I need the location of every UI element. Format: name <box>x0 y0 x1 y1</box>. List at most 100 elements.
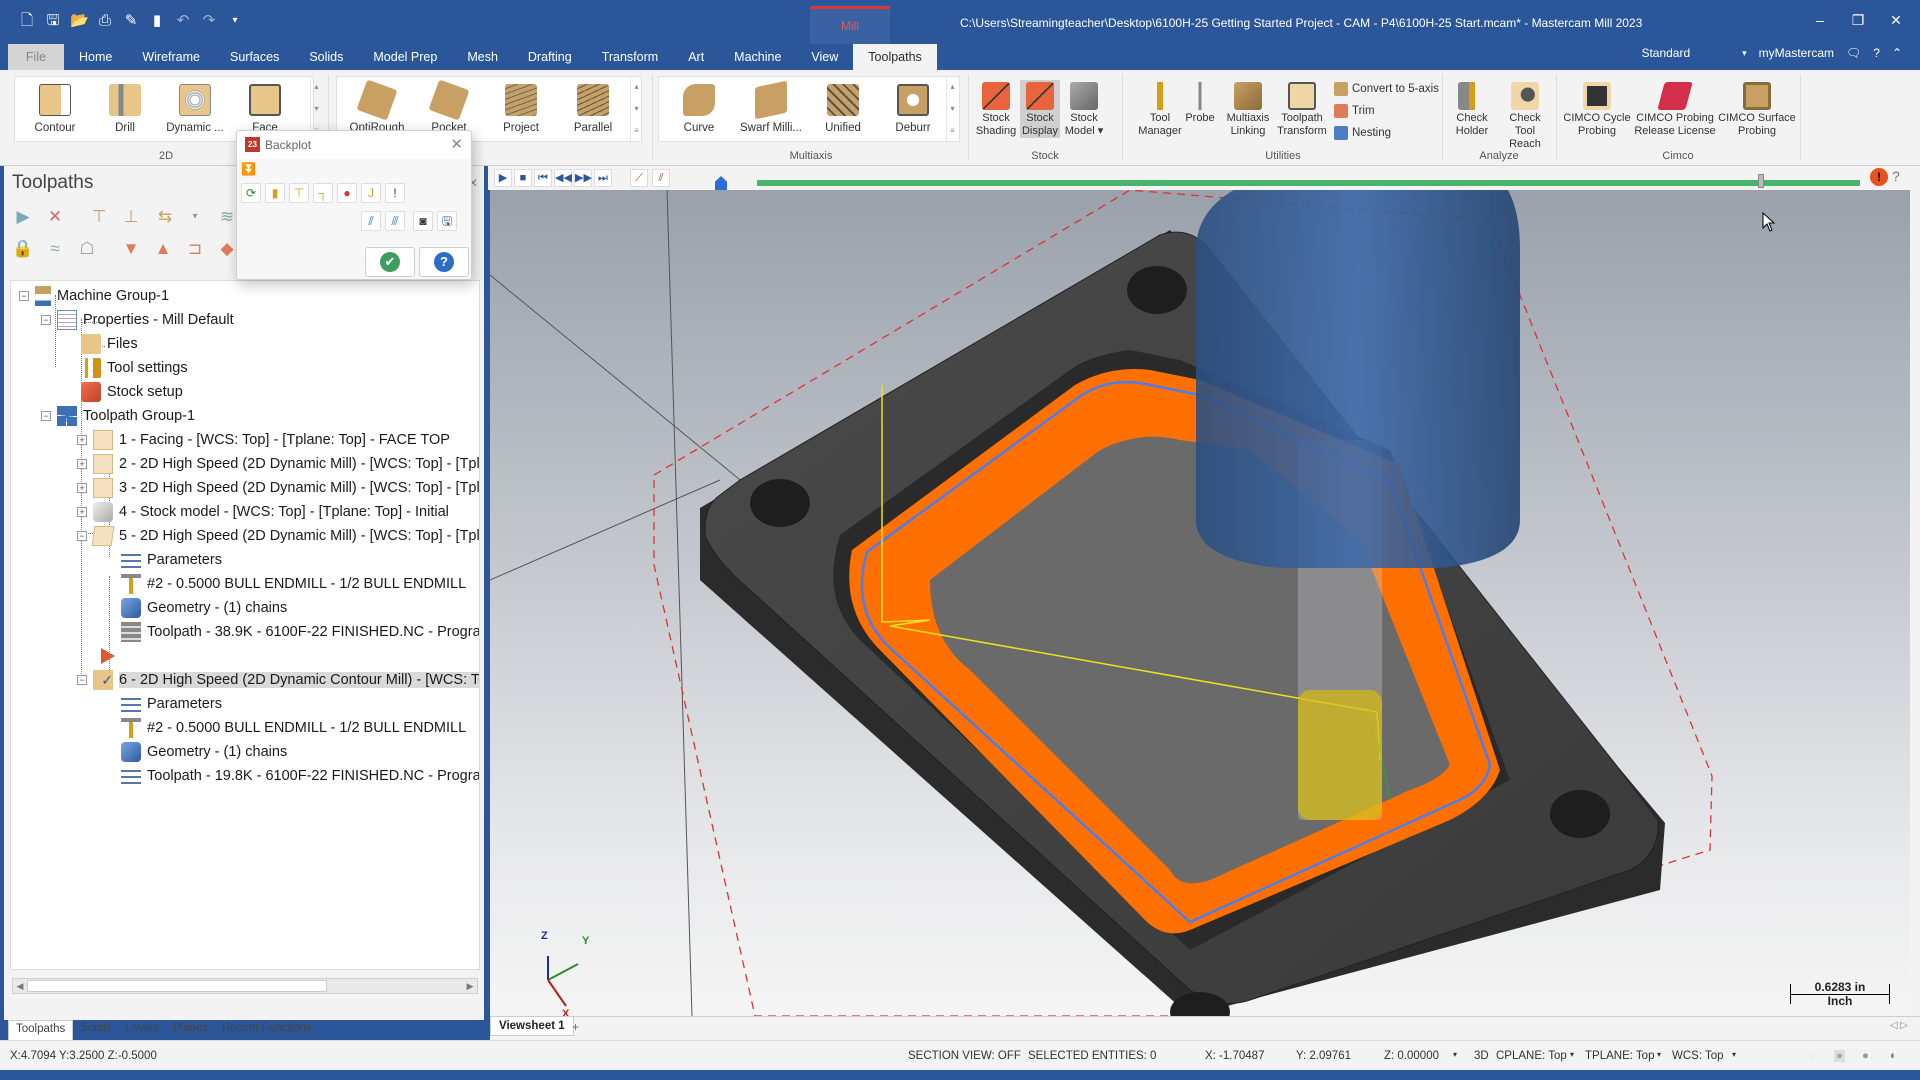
customize-icon[interactable]: ▾ <box>226 12 244 30</box>
tab-drafting[interactable]: Drafting <box>513 44 587 70</box>
shaded-icon[interactable]: ● <box>1834 1050 1845 1062</box>
save-icon[interactable]: 🖫 <box>44 12 62 30</box>
viewsheet-scroll-arrows[interactable]: ◁ ▷ <box>1890 1020 1908 1031</box>
shaded-edges-icon[interactable]: ● <box>1862 1050 1869 1062</box>
tree-node-parameters[interactable]: Parameters <box>121 549 222 571</box>
tool-manager-button[interactable]: Tool Manager <box>1134 80 1186 138</box>
select-all-operations-icon[interactable]: ▶ <box>12 206 34 228</box>
curve-button[interactable]: Curve <box>664 80 734 134</box>
toolpath-transform-button[interactable]: Toolpath Transform <box>1274 80 1330 138</box>
backplot-progress-track[interactable] <box>757 180 1860 186</box>
tree-node-op-4[interactable]: +4 - Stock model - [WCS: Top] - [Tplane:… <box>77 501 449 523</box>
tree-node-op-3[interactable]: +3 - 2D High Speed (2D Dynamic Mill) - [… <box>77 477 479 499</box>
tab-view[interactable]: View <box>796 44 853 70</box>
cimco-cycle-probing-button[interactable]: CIMCO Cycle Probing <box>1562 80 1632 138</box>
x-coordinate[interactable]: X: -1.70487 <box>1205 1050 1264 1062</box>
swarf-button[interactable]: Swarf Milli... <box>736 80 806 134</box>
tplane-dropdown-icon[interactable]: ▾ <box>1657 1050 1661 1059</box>
tplane-selector[interactable]: TPLANE: Top <box>1585 1050 1654 1062</box>
workspace-selector[interactable]: Standard <box>1641 46 1690 60</box>
scroll-to-arrow-icon[interactable]: ◆ <box>216 238 238 260</box>
display-verify-toggle-icon[interactable]: ⟳ <box>241 183 261 203</box>
save-geometry-icon[interactable]: 🖫 <box>437 211 457 231</box>
z-depth[interactable]: Z: 0.00000 <box>1384 1050 1439 1062</box>
collapse-toggle[interactable]: − <box>41 315 51 325</box>
clear-path-icon[interactable]: ⫽ <box>361 211 381 231</box>
feedback-icon[interactable]: 🗨 <box>1846 46 1861 60</box>
cimco-probing-release-button[interactable]: CIMCO Probing Release License <box>1632 80 1718 138</box>
manager-tab-planes[interactable]: Planes <box>166 1020 215 1040</box>
stop-icon[interactable]: ■ <box>514 169 532 187</box>
tree-node-toolpath[interactable]: Toolpath - 19.8K - 6100F-22 FINISHED.NC … <box>121 765 479 787</box>
move-up-icon[interactable]: ▲ <box>152 238 174 260</box>
deburr-button[interactable]: Deburr <box>878 80 948 134</box>
dynamic-button[interactable]: Dynamic ... <box>160 80 230 134</box>
cplane-dropdown-icon[interactable]: ▾ <box>1570 1050 1574 1059</box>
check-holder-button[interactable]: Check Holder <box>1448 80 1496 138</box>
display-endpoints-icon[interactable]: J <box>361 183 381 203</box>
collapse-toggle[interactable]: − <box>19 291 29 301</box>
new-icon[interactable]: 🗋 <box>18 12 36 30</box>
contour-button[interactable]: Contour <box>20 80 90 134</box>
undo-icon[interactable]: ↶ <box>174 12 192 30</box>
backplot-progress-marker[interactable] <box>1757 174 1764 188</box>
shaded-outline-icon[interactable]: ◌ <box>1808 1050 1815 1062</box>
tree-node-properties[interactable]: − Properties - Mill Default <box>41 309 234 331</box>
toggle-display-icon[interactable]: ≈ <box>44 238 66 260</box>
tree-node-geometry[interactable]: Geometry - (1) chains <box>121 741 287 763</box>
manager-tab-toolpaths[interactable]: Toolpaths <box>8 1020 74 1040</box>
tree-node-tool[interactable]: #2 - 0.5000 BULL ENDMILL - 1/2 BULL ENDM… <box>121 717 466 739</box>
workspace-dropdown-icon[interactable]: ▾ <box>1742 48 1747 59</box>
tree-node-machine-group[interactable]: − Machine Group-1 <box>19 285 169 307</box>
tab-art[interactable]: Art <box>673 44 719 70</box>
show-tool-icon[interactable]: ⟋ <box>630 169 648 187</box>
expand-toggle[interactable]: + <box>77 483 87 493</box>
screenshot-icon[interactable]: ◙ <box>413 211 433 231</box>
wcs-dropdown-icon[interactable]: ▾ <box>1732 1050 1736 1059</box>
show-path-icon[interactable]: ⫽ <box>652 169 670 187</box>
deselect-all-icon[interactable]: ✕ <box>44 206 66 228</box>
hidden-line-icon[interactable]: ◌ <box>1782 1050 1789 1062</box>
trim-button[interactable]: Trim <box>1334 104 1375 118</box>
minimize-button[interactable]: – <box>1800 8 1840 32</box>
stock-model-button[interactable]: Stock Model ▾ <box>1062 80 1106 138</box>
manager-tab-solids[interactable]: Solids <box>73 1020 118 1040</box>
scroll-thumb[interactable] <box>27 980 327 992</box>
face-button[interactable]: Face <box>230 80 300 134</box>
check-tool-reach-button[interactable]: Check Tool Reach <box>1498 80 1552 151</box>
z-dropdown-icon[interactable]: ▾ <box>1453 1050 1457 1059</box>
scroll-left-icon[interactable]: ◀ <box>13 979 27 993</box>
ok-button[interactable]: ✔ <box>365 247 415 277</box>
expand-toggle[interactable]: + <box>77 507 87 517</box>
close-icon[interactable]: ✕ <box>450 135 463 153</box>
collapse-ribbon-icon[interactable]: ⌃ <box>1892 46 1902 60</box>
tree-node-op-1[interactable]: +1 - Facing - [WCS: Top] - [Tplane: Top]… <box>77 429 450 451</box>
tree-node-stock-setup[interactable]: Stock setup <box>81 381 183 403</box>
tree-node-op-2[interactable]: +2 - 2D High Speed (2D Dynamic Mill) - [… <box>77 453 479 475</box>
cplane-selector[interactable]: CPLANE: Top <box>1496 1050 1567 1062</box>
section-view-status[interactable]: SECTION VIEW: OFF <box>908 1050 1021 1062</box>
backplot-icon[interactable]: ≋ <box>216 206 238 228</box>
backplot-help-icon[interactable]: ? <box>1892 168 1900 184</box>
merge-icon[interactable]: ▮ <box>148 12 166 30</box>
collapse-toggle[interactable]: − <box>77 675 87 685</box>
last-icon[interactable]: ⏭ <box>594 169 612 187</box>
move-down-icon[interactable]: ▼ <box>120 238 142 260</box>
gallery-scroll-multiaxis[interactable]: ▴ ▾ ≡ <box>946 76 958 142</box>
stop-conditions-icon[interactable]: ! <box>1870 168 1888 186</box>
stock-shading-button[interactable]: Stock Shading <box>974 80 1018 138</box>
stock-display-button[interactable]: Stock Display <box>1020 80 1060 138</box>
display-rapid-icon[interactable]: ┐ <box>313 183 333 203</box>
expand-dialog-icon[interactable]: ⏬ <box>241 163 256 177</box>
restore-button[interactable]: ❐ <box>1838 8 1878 32</box>
optirough-button[interactable]: OptiRough <box>342 79 412 134</box>
insert-arrow[interactable] <box>101 645 121 667</box>
regenerate-selected-icon[interactable]: ⊤ <box>88 206 110 228</box>
tree-node-files[interactable]: Files <box>81 333 138 355</box>
play-icon[interactable]: ▶ <box>494 169 512 187</box>
account-link[interactable]: myMastercam <box>1759 46 1834 60</box>
display-holder-icon[interactable]: ⊤ <box>289 183 309 203</box>
viewsheet-tab[interactable]: Viewsheet 1 <box>490 1017 574 1036</box>
display-tool-icon[interactable]: ▮ <box>265 183 285 203</box>
convert-5axis-button[interactable]: Convert to 5-axis <box>1334 82 1439 96</box>
